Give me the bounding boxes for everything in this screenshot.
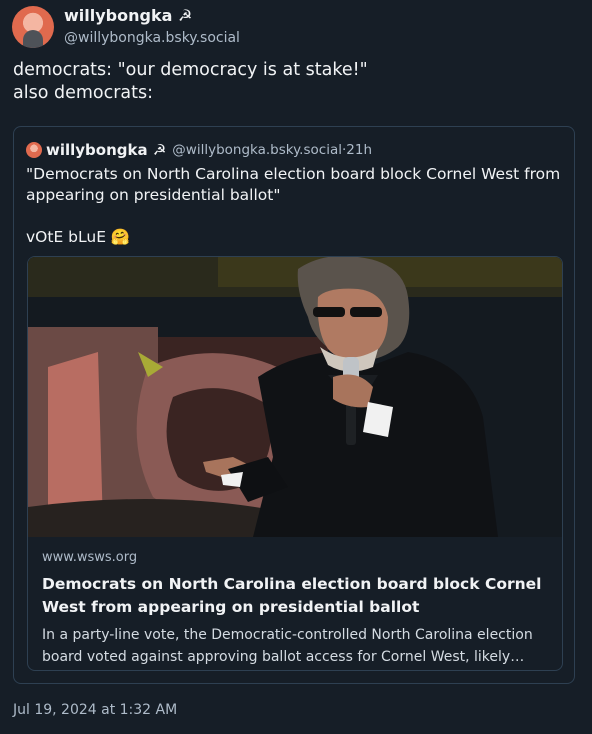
author-names: willybongka ☭ @willybongka.bsky.social <box>64 6 240 48</box>
quote-avatar[interactable] <box>26 142 42 158</box>
author-handle[interactable]: @willybongka.bsky.social <box>64 28 240 48</box>
avatar[interactable] <box>12 6 54 48</box>
quote-display-name[interactable]: willybongka ☭ <box>46 141 166 159</box>
post: willybongka ☭ @willybongka.bsky.social d… <box>0 0 592 734</box>
post-header: willybongka ☭ @willybongka.bsky.social <box>12 5 240 49</box>
quote-time[interactable]: 21h <box>346 141 372 159</box>
quoted-post[interactable]: willybongka ☭ @willybongka.bsky.social ·… <box>13 126 575 684</box>
quote-text: "Democrats on North Carolina election bo… <box>26 165 561 246</box>
post-timestamp[interactable]: Jul 19, 2024 at 1:32 AM <box>13 700 177 720</box>
link-card[interactable]: www.wsws.org Democrats on North Carolina… <box>27 256 563 671</box>
quote-header: willybongka ☭ @willybongka.bsky.social ·… <box>26 141 372 159</box>
link-description: In a party-line vote, the Democratic-con… <box>42 627 533 665</box>
post-text: democrats: "our democracy is at stake!" … <box>13 60 368 103</box>
link-title[interactable]: Democrats on North Carolina election boa… <box>42 573 548 619</box>
author-display-name[interactable]: willybongka ☭ <box>64 6 240 26</box>
link-domain: www.wsws.org <box>42 550 138 565</box>
link-meta: www.wsws.org Democrats on North Carolina… <box>28 537 562 668</box>
link-preview-image <box>28 257 562 537</box>
quote-handle[interactable]: @willybongka.bsky.social <box>172 141 342 159</box>
